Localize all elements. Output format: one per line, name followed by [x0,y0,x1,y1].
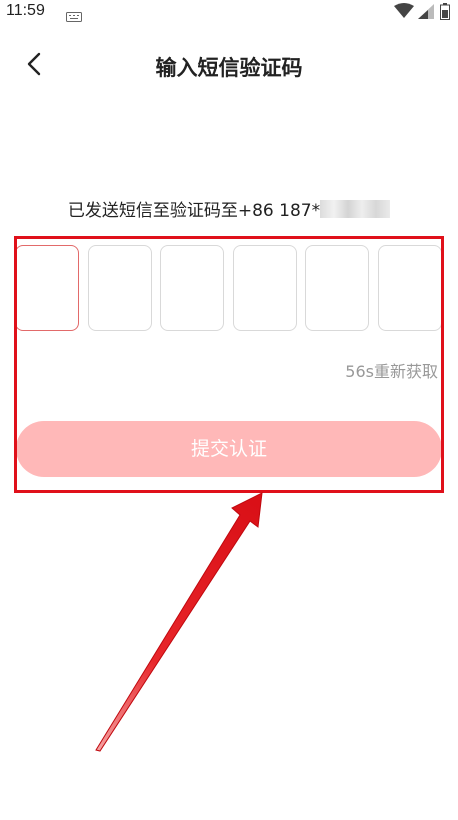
signal-icon [418,4,434,23]
battery-icon [440,3,450,24]
code-box[interactable] [15,245,79,331]
code-box[interactable] [233,245,297,331]
resend-countdown[interactable]: 56s重新获取 [345,358,438,382]
sms-sent-info: 已发送短信至验证码至+86 187* [0,196,458,221]
annotation-arrow [95,492,263,752]
phone-mask [320,199,391,218]
status-bar: 11:59 [0,0,458,26]
page-title: 输入短信验证码 [155,56,303,80]
status-time: 11:59 [6,2,45,19]
nav-bar: 输入短信验证码 [0,40,458,90]
code-box[interactable] [160,245,224,331]
submit-verification-button[interactable]: 提交认证 [16,421,442,477]
code-box[interactable] [378,245,442,331]
code-box[interactable] [88,245,152,331]
code-input-row [15,245,445,333]
code-box[interactable] [305,245,369,331]
keyboard-icon [66,7,82,26]
wifi-icon [394,3,414,23]
sms-sent-text: 已发送短信至验证码至+86 187* [67,201,321,221]
